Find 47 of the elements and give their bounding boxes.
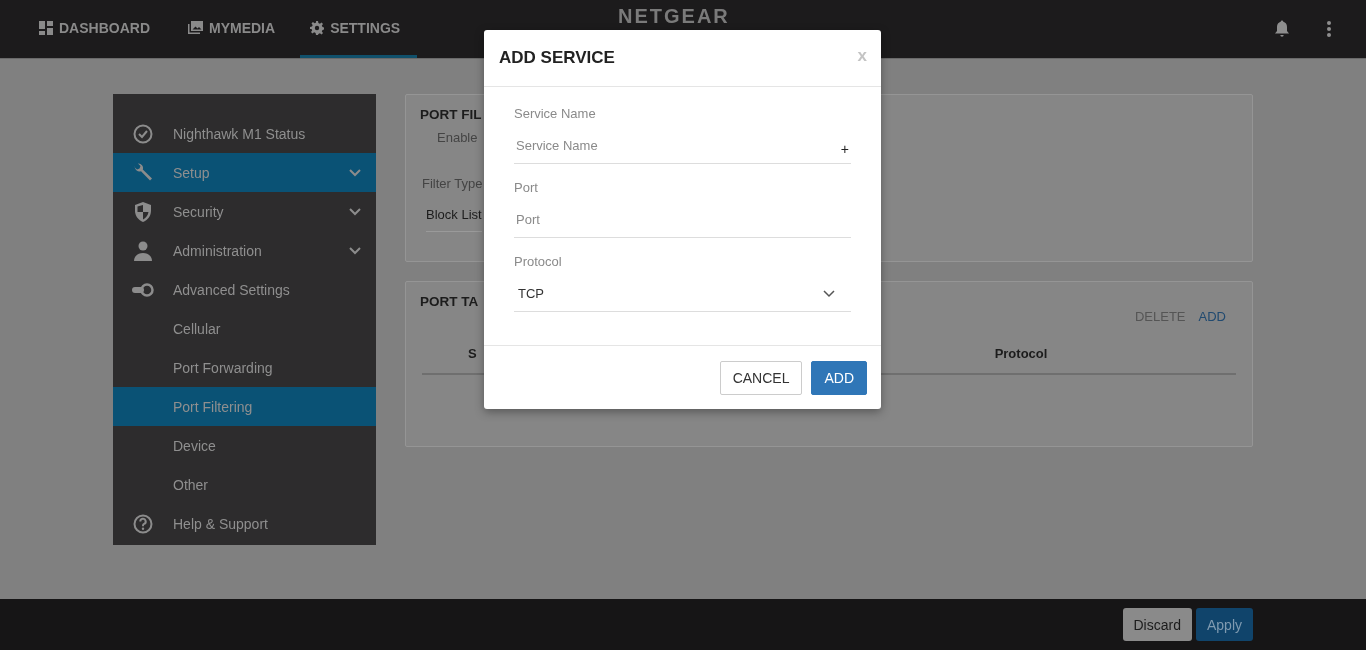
- sidebar-item[interactable]: Other: [113, 465, 376, 504]
- card-title: PORT FIL: [420, 107, 482, 122]
- gear-icon: [310, 20, 325, 35]
- input-field[interactable]: Service Name: [514, 138, 841, 153]
- apply-button[interactable]: Apply: [1195, 608, 1253, 641]
- filter-type-label: Filter Type: [422, 176, 483, 191]
- card-title: PORT TA: [420, 294, 479, 309]
- check-circle-icon: [133, 123, 153, 144]
- nav-tab[interactable]: SETTINGS: [300, 0, 418, 58]
- person-icon: [133, 240, 153, 261]
- dashboard-icon: [39, 20, 53, 35]
- column-header: Protocol: [993, 346, 1049, 363]
- sidebar-item[interactable]: Help & Support: [113, 504, 376, 543]
- bell-icon[interactable]: [1274, 20, 1290, 38]
- dialog-title: ADD SERVICE: [499, 48, 615, 68]
- photos-icon: [188, 21, 203, 34]
- sidebar-item[interactable]: Security: [113, 192, 376, 231]
- more-icon[interactable]: [1326, 20, 1332, 38]
- field-label: Protocol: [514, 254, 563, 271]
- sidebar-item[interactable]: Advanced Settings: [113, 270, 376, 309]
- sidebar-item[interactable]: Port Forwarding: [113, 348, 376, 387]
- cancel-button[interactable]: CANCEL: [719, 360, 803, 395]
- protocol-dropdown[interactable]: TCP: [514, 276, 851, 312]
- column-header: S: [467, 346, 478, 363]
- enable-label: Enable: [437, 130, 478, 145]
- toggle-icon: [132, 282, 154, 297]
- shield-icon: [134, 201, 152, 222]
- input-field[interactable]: Port: [514, 212, 851, 227]
- discard-button[interactable]: Discard: [1122, 608, 1192, 641]
- nav-tab[interactable]: DASHBOARD: [26, 0, 163, 58]
- add-button[interactable]: +: [840, 134, 851, 157]
- nav-tab[interactable]: MYMEDIA: [175, 0, 289, 58]
- field-label: Port: [514, 180, 539, 197]
- filter-type-select[interactable]: Block List: [426, 207, 482, 232]
- sidebar-item[interactable]: Nighthawk M1 Status: [113, 114, 376, 153]
- logo: NETGEAR: [618, 5, 730, 28]
- wrench-icon: [133, 162, 153, 183]
- sidebar-item[interactable]: Cellular: [113, 309, 376, 348]
- sidebar-item[interactable]: Administration: [113, 231, 376, 270]
- sidebar-item[interactable]: Port Filtering: [113, 387, 376, 426]
- table-action-link[interactable]: ADD: [1198, 309, 1226, 324]
- add-button[interactable]: ADD: [811, 360, 867, 395]
- sidebar-item[interactable]: Setup: [113, 153, 376, 192]
- chevron-down-icon: [823, 289, 835, 298]
- sidebar-item[interactable]: Device: [113, 426, 376, 465]
- field-label: Service Name: [514, 106, 597, 123]
- help-icon: [133, 513, 153, 534]
